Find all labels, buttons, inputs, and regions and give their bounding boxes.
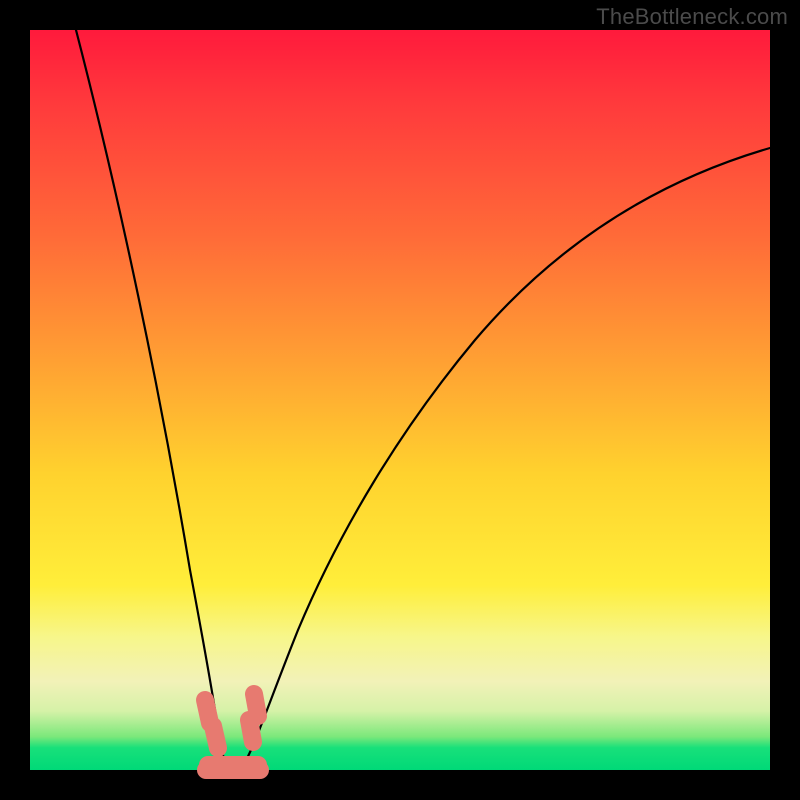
marker-left-cluster xyxy=(205,700,218,748)
curve-layer xyxy=(30,30,770,770)
plot-area xyxy=(30,30,770,770)
watermark-text: TheBottleneck.com xyxy=(596,4,788,30)
bottleneck-curve-left xyxy=(76,30,226,762)
bottleneck-curve-right xyxy=(245,148,770,762)
chart-frame: TheBottleneck.com xyxy=(0,0,800,800)
marker-right-cluster xyxy=(249,694,258,742)
marker-floor-cluster xyxy=(206,765,260,770)
